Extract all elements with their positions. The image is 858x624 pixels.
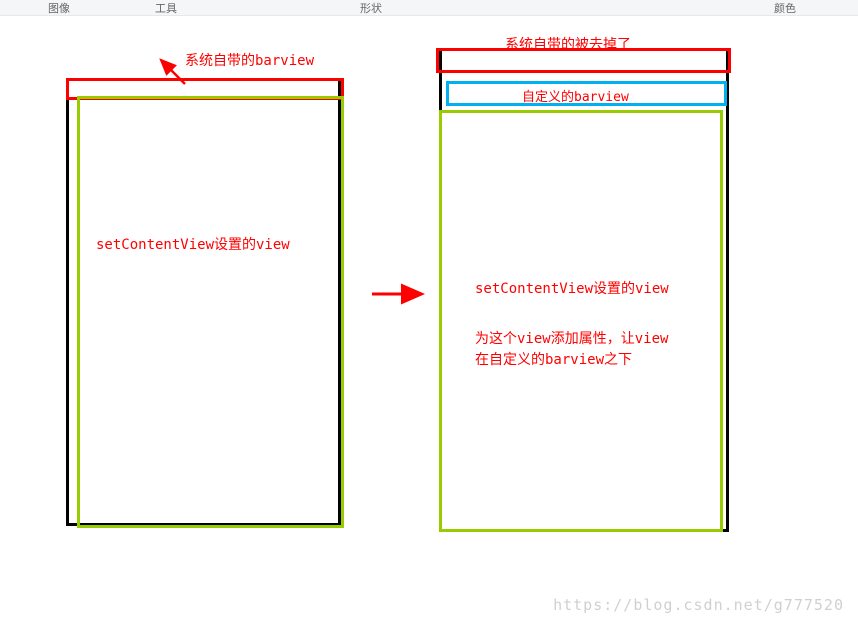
arrow-right-icon (370, 282, 432, 306)
label-left-content: setContentView设置的view (96, 234, 290, 254)
label-system-barview: 系统自带的barview (185, 50, 314, 70)
tab-image[interactable]: 图像 (48, 0, 70, 16)
tab-shape[interactable]: 形状 (360, 0, 382, 16)
watermark-text: https://blog.csdn.net/g777520 (553, 596, 844, 614)
label-right-content: setContentView设置的view (475, 278, 669, 298)
label-custom-bar: 自定义的barview (522, 86, 629, 105)
tab-tool[interactable]: 工具 (155, 0, 177, 16)
tab-color[interactable]: 颜色 (774, 0, 796, 16)
label-below-desc: 为这个view添加属性，让view在自定义的barview之下 (475, 329, 675, 371)
toolbar: 图像 工具 形状 颜色 (0, 0, 858, 16)
left-content-box (77, 96, 344, 528)
label-removed-bar: 系统自带的被去掉了 (505, 34, 631, 54)
diagram-canvas: 系统自带的barview setContentView设置的view 系统自带的… (0, 16, 858, 624)
right-content-box (439, 110, 723, 532)
